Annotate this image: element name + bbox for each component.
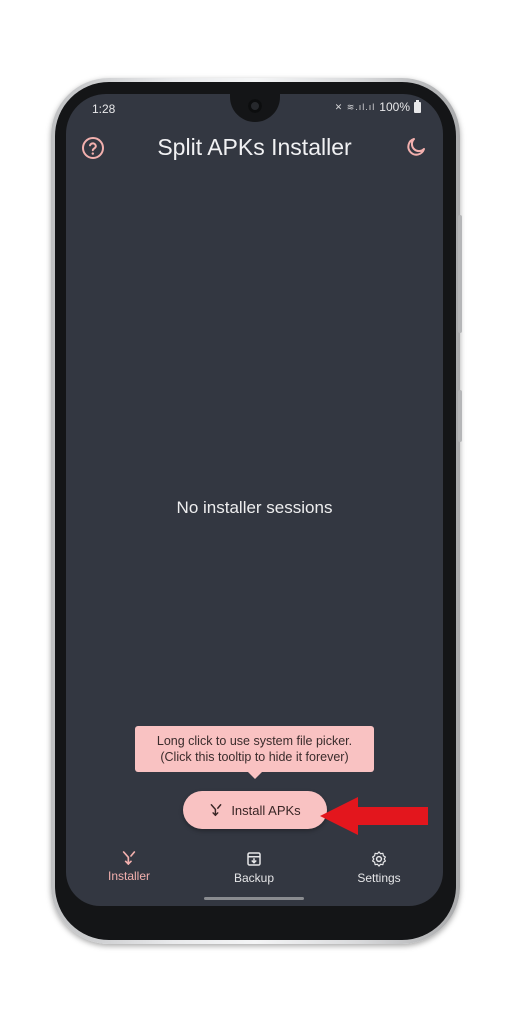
power-button <box>458 390 462 442</box>
backup-icon <box>247 852 261 866</box>
nav-item-installer[interactable]: Installer <box>84 850 174 883</box>
page-title: Split APKs Installer <box>157 134 352 160</box>
nav-label-backup: Backup <box>233 871 275 885</box>
bottom-navigation: Installer Backup Settings <box>66 844 443 894</box>
annotation-arrow-icon <box>320 797 428 835</box>
camera-notch <box>230 94 280 122</box>
tooltip-line-1: Long click to use system file picker. <box>156 734 353 748</box>
volume-button <box>458 215 462 333</box>
battery-icon <box>414 99 421 113</box>
moon-icon <box>407 138 425 156</box>
status-icons: ✕ ≋.ıl.ıl 100% <box>334 99 421 114</box>
signal-icons: ✕ ≋.ıl.ıl <box>334 101 376 112</box>
tooltip-line-2: (Click this tooltip to hide it forever) <box>160 750 349 764</box>
file-picker-tooltip[interactable]: Long click to use system file picker. (C… <box>135 726 374 779</box>
battery-percent: 100% <box>379 100 410 114</box>
theme-toggle-button[interactable] <box>402 134 430 162</box>
home-indicator[interactable] <box>204 897 304 900</box>
gear-icon <box>372 851 386 867</box>
nav-item-backup[interactable]: Backup <box>209 850 299 885</box>
status-time: 1:28 <box>92 102 116 116</box>
split-arrow-icon <box>122 851 136 866</box>
nav-label-settings: Settings <box>357 871 401 885</box>
front-camera-icon <box>248 99 262 113</box>
nav-item-settings[interactable]: Settings <box>334 850 424 885</box>
screen: 1:28 ✕ ≋.ıl.ıl 100% Split APKs Installer… <box>66 94 443 906</box>
install-apks-button[interactable]: Install APKs <box>183 791 327 829</box>
nav-label-installer: Installer <box>107 869 151 883</box>
empty-state-message: No installer sessions <box>176 498 333 517</box>
install-apks-label: Install APKs <box>231 802 301 818</box>
split-arrow-icon <box>210 804 222 817</box>
